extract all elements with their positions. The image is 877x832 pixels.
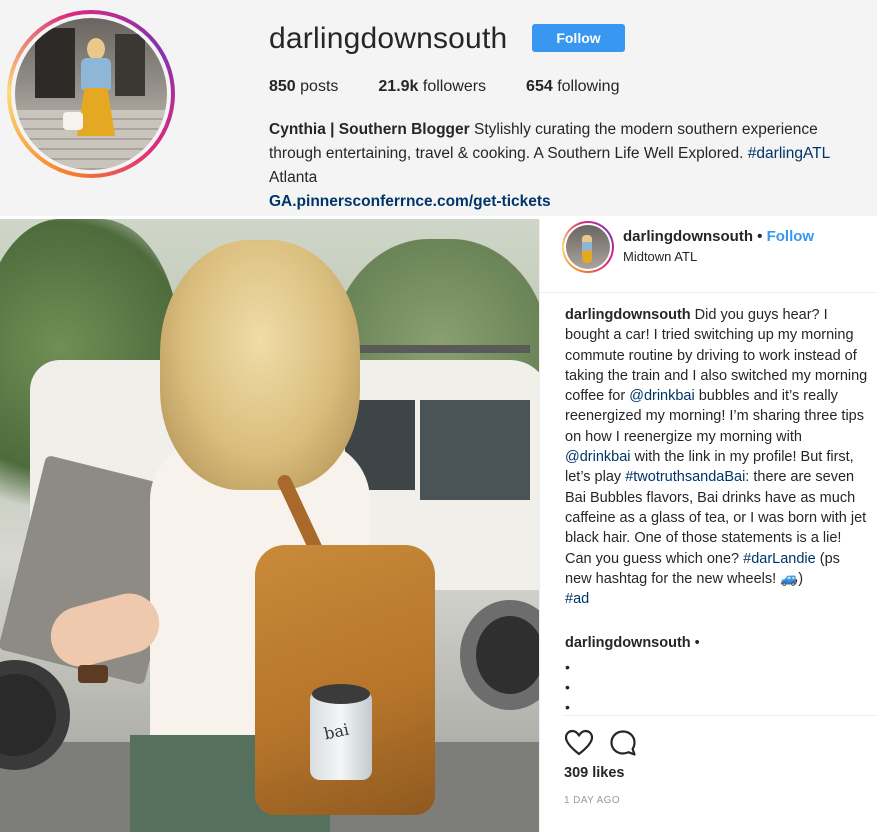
heart-icon[interactable]: [564, 728, 594, 758]
actions-divider: [562, 715, 877, 716]
bullet: •: [565, 659, 570, 675]
post-image[interactable]: bai: [0, 219, 539, 832]
profile-header: darlingdownsouth Follow 850 posts 21.9k …: [0, 0, 877, 216]
mention-link[interactable]: @drinkbai: [565, 449, 631, 465]
hashtag-link[interactable]: #twotruthsandaBai: [625, 469, 745, 485]
caption-username[interactable]: darlingdownsouth: [565, 307, 691, 323]
likes-count[interactable]: 309 likes: [564, 765, 624, 781]
hashtag-link[interactable]: #ad: [565, 591, 589, 607]
post-caption: darlingdownsouth Did you guys hear? I bo…: [565, 305, 870, 609]
stat-followers[interactable]: 21.9k followers: [378, 78, 486, 96]
mention-link[interactable]: @drinkbai: [629, 388, 695, 404]
post-follow-link[interactable]: Follow: [767, 228, 815, 245]
bio-link[interactable]: GA.pinnersconferrnce.com/get-tickets: [269, 190, 869, 214]
profile-username: darlingdownsouth: [269, 22, 508, 55]
post-panel: darlingdownsouth • Follow Midtown ATL da…: [539, 219, 877, 832]
post-username[interactable]: darlingdownsouth: [623, 228, 753, 245]
post-header: darlingdownsouth • Follow Midtown ATL: [540, 219, 877, 293]
post-timestamp[interactable]: 1 DAY AGO: [564, 795, 620, 806]
separator-dot: •: [752, 228, 767, 245]
comment-bullets: • • •: [565, 657, 570, 717]
hashtag-link[interactable]: #darLandie: [743, 551, 816, 567]
profile-bio: Cynthia | Southern Blogger Stylishly cur…: [269, 118, 869, 214]
comment-username[interactable]: darlingdownsouth: [565, 635, 691, 651]
profile-stats: 850 posts 21.9k followers 654 following: [269, 78, 659, 96]
profile-photo: [15, 18, 167, 170]
bullet: •: [565, 679, 570, 695]
bio-location: Atlanta: [269, 169, 318, 186]
post-avatar[interactable]: [562, 221, 614, 273]
comment: darlingdownsouth •: [565, 635, 700, 651]
profile-avatar[interactable]: [7, 10, 175, 178]
follow-button[interactable]: Follow: [532, 24, 625, 52]
bio-name: Cynthia | Southern Blogger: [269, 121, 470, 138]
post-location[interactable]: Midtown ATL: [623, 249, 697, 264]
bio-hashtag[interactable]: #darlingATL: [748, 145, 830, 162]
stat-following[interactable]: 654 following: [526, 78, 619, 96]
stat-posts: 850 posts: [269, 78, 339, 95]
comment-icon[interactable]: [608, 728, 638, 758]
comment-dot: •: [690, 635, 700, 651]
bullet: •: [565, 699, 570, 715]
